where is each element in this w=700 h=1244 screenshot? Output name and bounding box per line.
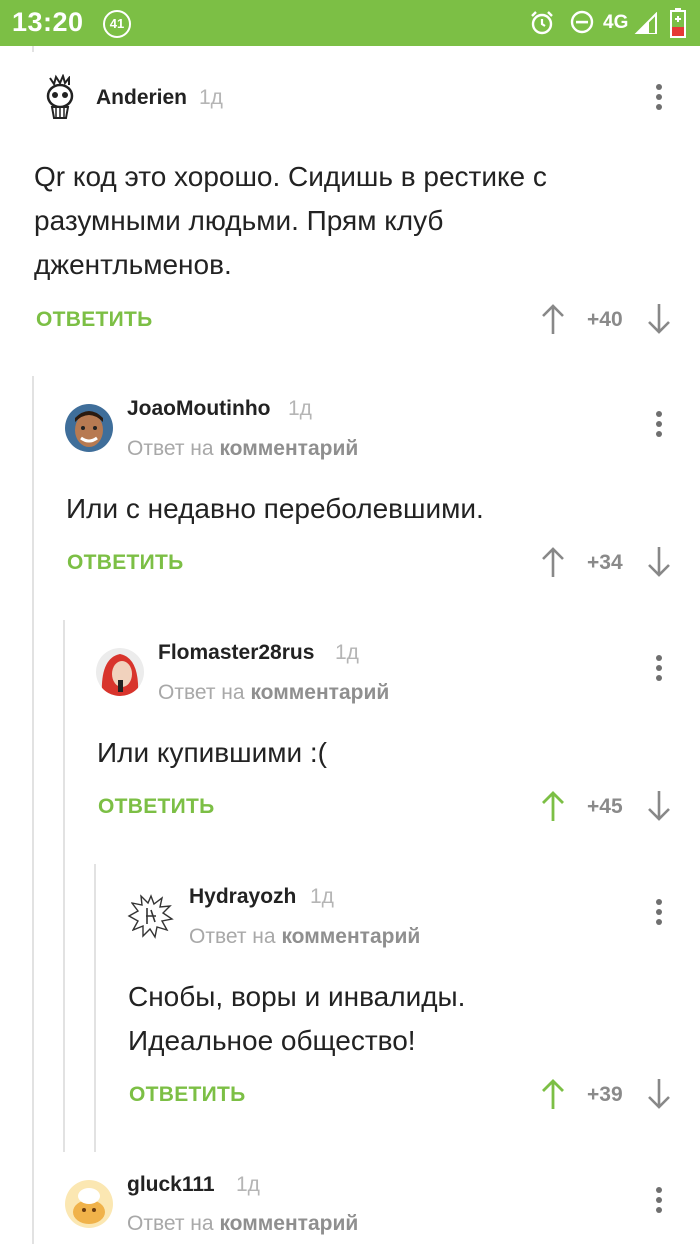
- reply-to-link[interactable]: Ответ на комментарий: [127, 1212, 358, 1236]
- more-options-icon[interactable]: [654, 899, 664, 929]
- comment-text: Или с недавно переболевшими.: [66, 493, 484, 524]
- comment-author[interactable]: Flomaster28rus: [158, 641, 314, 665]
- clock: 13:20: [12, 7, 84, 37]
- reply-to-link[interactable]: Ответ на комментарий: [158, 681, 389, 705]
- comment-author[interactable]: Hydrayozh: [189, 885, 296, 909]
- status-bar: 13:20 41 4G: [0, 0, 700, 46]
- avatar[interactable]: [36, 74, 84, 122]
- thread-line: [63, 620, 65, 1152]
- avatar[interactable]: [65, 404, 113, 452]
- comment-age: 1д: [335, 641, 359, 664]
- downvote-icon[interactable]: [646, 1078, 672, 1110]
- sketch-drawing-icon: [127, 892, 175, 940]
- more-options-icon[interactable]: [654, 655, 664, 685]
- upvote-icon[interactable]: [540, 303, 566, 335]
- reply-button[interactable]: ОТВЕТИТЬ: [36, 308, 153, 332]
- thread-line: [32, 376, 34, 1244]
- reply-button[interactable]: ОТВЕТИТЬ: [129, 1083, 246, 1107]
- comment-author[interactable]: Anderien: [96, 86, 187, 110]
- signal-strength-icon: [634, 12, 657, 34]
- comment-text: Или купившими :(: [97, 737, 328, 768]
- more-options-icon[interactable]: [654, 411, 664, 441]
- thread-line: [32, 46, 34, 52]
- reply-to-link[interactable]: Ответ на комментарий: [127, 437, 358, 461]
- reply-to-link[interactable]: Ответ на комментарий: [189, 925, 420, 949]
- avatar[interactable]: [65, 1180, 113, 1228]
- notification-count-badge: 41: [103, 10, 131, 38]
- downvote-icon[interactable]: [646, 303, 672, 335]
- upvote-icon[interactable]: [540, 546, 566, 578]
- downvote-icon[interactable]: [646, 546, 672, 578]
- downvote-icon[interactable]: [646, 790, 672, 822]
- red-hair-photo-icon: [96, 648, 144, 696]
- do-not-disturb-icon: [570, 10, 594, 34]
- reply-button[interactable]: ОТВЕТИТЬ: [98, 795, 215, 819]
- comment-age: 1д: [236, 1173, 260, 1196]
- vote-score: +45: [587, 795, 623, 818]
- comment-author[interactable]: JoaoMoutinho: [127, 397, 270, 421]
- battery-icon: [670, 8, 686, 38]
- alarm-icon: [531, 11, 553, 35]
- more-options-icon[interactable]: [654, 84, 664, 114]
- vote-score: +40: [587, 308, 623, 331]
- comment-age: 1д: [310, 885, 334, 908]
- avatar[interactable]: [96, 648, 144, 696]
- comment-age: 1д: [199, 86, 223, 109]
- comment-age: 1д: [288, 397, 312, 420]
- cartoon-avatar-icon: [65, 1180, 113, 1228]
- skull-icon: [36, 74, 84, 122]
- comment-text: Qr код это хорошо. Сидишь в рестике с ра…: [34, 161, 547, 280]
- avatar[interactable]: [127, 892, 175, 940]
- upvote-icon[interactable]: [540, 790, 566, 822]
- more-options-icon[interactable]: [654, 1187, 664, 1217]
- comment-text: Снобы, воры и инвалиды. Идеальное общест…: [128, 981, 466, 1056]
- face-photo-icon: [65, 404, 113, 452]
- vote-score: +34: [587, 551, 623, 574]
- network-type: 4G: [603, 12, 629, 33]
- reply-button[interactable]: ОТВЕТИТЬ: [67, 551, 184, 575]
- thread-line: [94, 864, 96, 1152]
- upvote-icon[interactable]: [540, 1078, 566, 1110]
- vote-score: +39: [587, 1083, 623, 1106]
- comment-author[interactable]: gluck111: [127, 1173, 215, 1197]
